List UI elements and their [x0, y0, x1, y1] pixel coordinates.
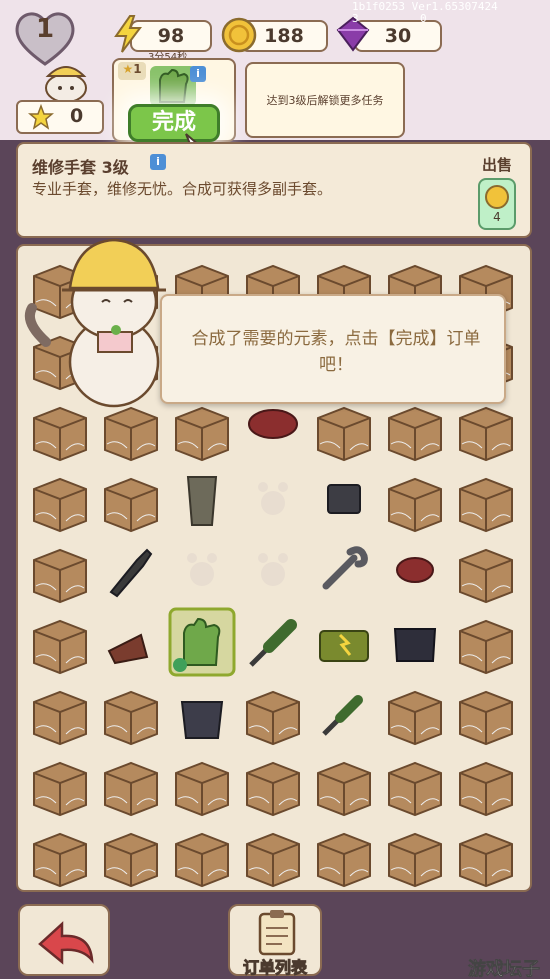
board-cell-box[interactable] [168, 820, 236, 890]
watermark: 游戏坛子 [468, 959, 541, 979]
item-title: 维修手套 3级 [32, 158, 129, 177]
board-cell-box[interactable] [452, 536, 520, 606]
board-cell-box[interactable] [381, 749, 449, 819]
back-button[interactable] [18, 904, 110, 976]
board-cell-box[interactable] [381, 394, 449, 464]
board-cell-empty[interactable] [239, 465, 307, 535]
star-icon [27, 103, 55, 135]
sell-label: 出售 [481, 156, 512, 174]
board-cell-box[interactable] [452, 820, 520, 890]
order-badge: ★1 [118, 62, 146, 80]
board-cell-red-blob[interactable] [239, 394, 307, 464]
lightning-icon [112, 14, 144, 58]
board-cell-box[interactable] [381, 678, 449, 748]
locked-order-card: 达到3级后解锁更多任务 [245, 62, 405, 138]
board-cell-box[interactable] [239, 749, 307, 819]
player-avatar[interactable] [36, 58, 96, 103]
board-cell-box[interactable] [26, 607, 94, 677]
player-level: 1 [35, 14, 55, 44]
board-cell-box[interactable] [310, 820, 378, 890]
board-cell-box[interactable] [26, 678, 94, 748]
board-cell-drink-glass[interactable] [168, 465, 236, 535]
board-cell-box[interactable] [452, 749, 520, 819]
sell-coin-icon [485, 185, 509, 209]
board-cell-red-blob-small[interactable] [381, 536, 449, 606]
board-cell-empty[interactable] [239, 536, 307, 606]
board-cell-screwdriver[interactable] [239, 607, 307, 677]
board-cell-box[interactable] [452, 678, 520, 748]
coin-icon [220, 16, 258, 58]
back-arrow-icon [38, 921, 94, 965]
board-cell-cake-slice[interactable] [97, 607, 165, 677]
board-cell-empty[interactable] [168, 536, 236, 606]
board-cell-box[interactable] [381, 465, 449, 535]
debug-line2b: 0 [420, 12, 427, 25]
board-cell-box[interactable] [26, 749, 94, 819]
board-cell-box[interactable] [26, 820, 94, 890]
item-description: 专业手套，维修无忧。合成可获得多副手套。 [32, 180, 333, 198]
board-cell-knife[interactable] [97, 536, 165, 606]
board-cell-box[interactable] [452, 607, 520, 677]
board-cell-black-pouch[interactable] [381, 607, 449, 677]
item-info-icon[interactable]: i [150, 154, 166, 170]
tutorial-text: 合成了需要的元素，点击【完成】订单吧！ [191, 329, 481, 375]
board-cell-box[interactable] [168, 749, 236, 819]
board-cell-box[interactable] [452, 465, 520, 535]
board-cell-gloves-selected[interactable] [168, 607, 236, 677]
board-cell-box[interactable] [97, 820, 165, 890]
star-counter: 0 [16, 100, 104, 134]
order-list-label: 订单列表 [242, 958, 307, 978]
board-cell-wrench[interactable] [310, 536, 378, 606]
board-cell-box[interactable] [381, 820, 449, 890]
board-cell-black-box-item[interactable] [310, 465, 378, 535]
board-cell-box[interactable] [310, 749, 378, 819]
clipboard-icon [258, 910, 296, 956]
board-cell-box[interactable] [97, 678, 165, 748]
board-cell-black-bag[interactable] [168, 678, 236, 748]
board-cell-box[interactable] [310, 394, 378, 464]
cat-mascot-icon [22, 232, 182, 412]
board-cell-box[interactable] [239, 678, 307, 748]
board-cell-toolbox[interactable] [310, 607, 378, 677]
sell-button[interactable]: 4 [478, 178, 516, 230]
board-cell-screwdriver-small[interactable] [310, 678, 378, 748]
board-cell-box[interactable] [97, 465, 165, 535]
item-info-panel: 维修手套 3级 i 专业手套，维修无忧。合成可获得多副手套。 出售 4 [16, 142, 532, 238]
info-icon[interactable]: i [190, 66, 206, 82]
board-cell-box[interactable] [26, 536, 94, 606]
board-cell-box[interactable] [239, 820, 307, 890]
board-cell-box[interactable] [26, 465, 94, 535]
board-cell-box[interactable] [97, 749, 165, 819]
board-cell-box[interactable] [452, 394, 520, 464]
debug-line2a: 3 [352, 12, 359, 25]
